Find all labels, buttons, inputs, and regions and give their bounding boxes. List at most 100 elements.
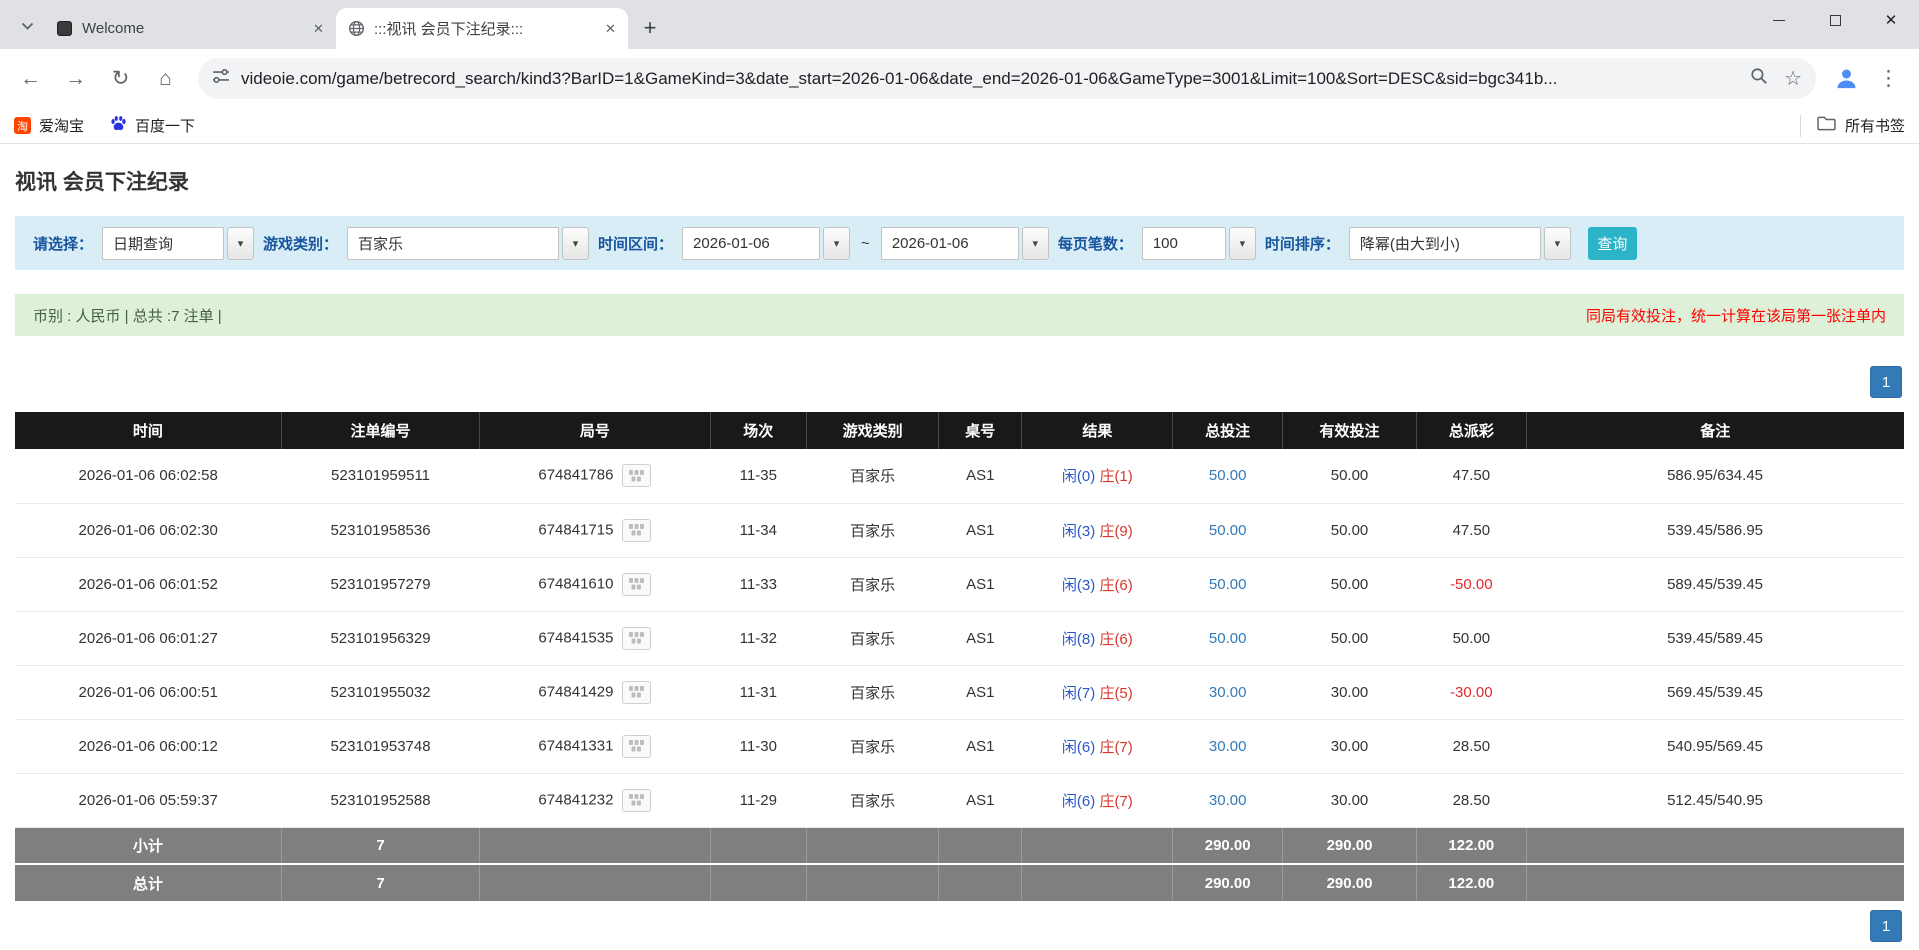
cell-bet-id: 523101958536 bbox=[281, 503, 479, 557]
welcome-favicon-icon bbox=[56, 20, 73, 37]
cell-valid-bet: 30.00 bbox=[1282, 665, 1416, 719]
total-bet-link[interactable]: 50.00 bbox=[1209, 467, 1247, 484]
round-detail-icon[interactable] bbox=[622, 789, 651, 812]
game-kind-value: 百家乐 bbox=[347, 227, 559, 260]
page-1-button[interactable]: 1 bbox=[1870, 366, 1902, 398]
chevron-down-icon[interactable]: ▾ bbox=[1022, 227, 1049, 260]
round-detail-icon[interactable] bbox=[622, 464, 651, 487]
chevron-down-icon[interactable]: ▾ bbox=[562, 227, 589, 260]
total-bet-link[interactable]: 30.00 bbox=[1209, 684, 1247, 701]
total-label: 总计 bbox=[15, 864, 281, 901]
cell-payout: 50.00 bbox=[1417, 611, 1527, 665]
cell-session: 11-33 bbox=[710, 557, 806, 611]
result-player: 闲(8) bbox=[1062, 631, 1095, 648]
total-bet-link[interactable]: 30.00 bbox=[1209, 792, 1247, 809]
profile-avatar-icon[interactable] bbox=[1828, 61, 1864, 97]
col-game: 游戏类别 bbox=[806, 412, 938, 449]
cell-table: AS1 bbox=[939, 719, 1022, 773]
total-bet-link[interactable]: 50.00 bbox=[1209, 576, 1247, 593]
close-window-button[interactable]: ✕ bbox=[1863, 0, 1919, 40]
cell-game: 百家乐 bbox=[806, 719, 938, 773]
cell-result: 闲(7) 庄(5) bbox=[1022, 665, 1173, 719]
tab-welcome[interactable]: Welcome ✕ bbox=[44, 8, 336, 49]
refresh-icon[interactable]: ↻ bbox=[100, 58, 141, 99]
tab-close-icon[interactable]: ✕ bbox=[307, 18, 328, 39]
page-1-button[interactable]: 1 bbox=[1870, 910, 1902, 942]
search-button[interactable]: 查询 bbox=[1588, 227, 1637, 260]
chevron-down-icon[interactable]: ▾ bbox=[227, 227, 254, 260]
round-detail-icon[interactable] bbox=[622, 735, 651, 758]
query-type-value: 日期查询 bbox=[102, 227, 224, 260]
total-payout: 122.00 bbox=[1417, 864, 1527, 901]
chevron-down-icon[interactable]: ▾ bbox=[1229, 227, 1256, 260]
bookmark-aitaobao[interactable]: 淘 爱淘宝 bbox=[14, 115, 84, 136]
total-bet-link[interactable]: 50.00 bbox=[1209, 630, 1247, 647]
per-page-value: 100 bbox=[1142, 227, 1226, 260]
url-text[interactable]: videoie.com/game/betrecord_search/kind3?… bbox=[241, 69, 1739, 89]
filter-bar: 请选择： 日期查询 ▾ 游戏类别： 百家乐 ▾ 时间区间： 2026-01-06… bbox=[15, 216, 1904, 270]
sort-select[interactable]: 降幂(由大到小) ▾ bbox=[1349, 227, 1571, 260]
cell-result: 闲(0) 庄(1) bbox=[1022, 449, 1173, 503]
cell-bet-id: 523101953748 bbox=[281, 719, 479, 773]
round-detail-icon[interactable] bbox=[622, 573, 651, 596]
cell-time: 2026-01-06 06:00:51 bbox=[15, 665, 281, 719]
home-icon[interactable]: ⌂ bbox=[145, 58, 186, 99]
col-total-bet: 总投注 bbox=[1173, 412, 1283, 449]
date-range-label: 时间区间： bbox=[598, 233, 673, 254]
bookmark-star-icon[interactable]: ☆ bbox=[1784, 69, 1802, 89]
chevron-down-icon[interactable]: ▾ bbox=[1544, 227, 1571, 260]
cell-result: 闲(6) 庄(7) bbox=[1022, 773, 1173, 827]
game-kind-select[interactable]: 百家乐 ▾ bbox=[347, 227, 589, 260]
query-type-select[interactable]: 日期查询 ▾ bbox=[102, 227, 254, 260]
tab-search-chevron-icon[interactable] bbox=[12, 9, 42, 43]
result-banker: 庄(6) bbox=[1099, 631, 1132, 648]
round-detail-icon[interactable] bbox=[622, 681, 651, 704]
cell-time: 2026-01-06 06:02:30 bbox=[15, 503, 281, 557]
site-info-icon[interactable] bbox=[212, 67, 230, 90]
cell-remark: 539.45/586.95 bbox=[1526, 503, 1904, 557]
bookmarks-bar: 淘 爱淘宝 百度一下 所有书签 bbox=[0, 108, 1919, 144]
total-bet-link[interactable]: 50.00 bbox=[1209, 522, 1247, 539]
cell-payout: -30.00 bbox=[1417, 665, 1527, 719]
date-end-select[interactable]: 2026-01-06 ▾ bbox=[881, 227, 1049, 260]
url-bar[interactable]: videoie.com/game/betrecord_search/kind3?… bbox=[198, 58, 1816, 99]
date-start-select[interactable]: 2026-01-06 ▾ bbox=[682, 227, 850, 260]
tab-betrecord[interactable]: :::视讯 会员下注纪录::: ✕ bbox=[336, 8, 628, 49]
cell-remark: 589.45/539.45 bbox=[1526, 557, 1904, 611]
result-player: 闲(0) bbox=[1062, 468, 1095, 485]
table-body: 2026-01-06 06:02:58 523101959511 6748417… bbox=[15, 449, 1904, 827]
cell-valid-bet: 50.00 bbox=[1282, 557, 1416, 611]
bookmark-label: 百度一下 bbox=[135, 115, 195, 136]
browser-menu-icon[interactable]: ⋮ bbox=[1868, 58, 1909, 99]
maximize-button[interactable] bbox=[1807, 0, 1863, 40]
table-row: 2026-01-06 06:00:51 523101955032 6748414… bbox=[15, 665, 1904, 719]
cell-bet-id: 523101956329 bbox=[281, 611, 479, 665]
subtotal-payout: 122.00 bbox=[1417, 827, 1527, 864]
new-tab-button[interactable]: + bbox=[634, 12, 666, 44]
cell-game: 百家乐 bbox=[806, 449, 938, 503]
total-bet-link[interactable]: 30.00 bbox=[1209, 738, 1247, 755]
round-number: 674841535 bbox=[538, 629, 613, 646]
bet-records-table: 时间 注单编号 局号 场次 游戏类别 桌号 结果 总投注 有效投注 总派彩 备注… bbox=[15, 412, 1904, 901]
chevron-down-icon[interactable]: ▾ bbox=[823, 227, 850, 260]
cell-valid-bet: 50.00 bbox=[1282, 503, 1416, 557]
col-bet-id: 注单编号 bbox=[281, 412, 479, 449]
round-detail-icon[interactable] bbox=[622, 627, 651, 650]
cell-total-bet: 50.00 bbox=[1173, 557, 1283, 611]
tab-close-icon[interactable]: ✕ bbox=[599, 18, 620, 39]
all-bookmarks-button[interactable]: 所有书签 bbox=[1800, 115, 1905, 137]
table-row: 2026-01-06 06:02:58 523101959511 6748417… bbox=[15, 449, 1904, 503]
cell-time: 2026-01-06 06:00:12 bbox=[15, 719, 281, 773]
folder-icon bbox=[1817, 116, 1836, 135]
bookmark-baidu[interactable]: 百度一下 bbox=[110, 115, 195, 136]
zoom-icon[interactable] bbox=[1750, 67, 1768, 90]
cell-payout: 28.50 bbox=[1417, 773, 1527, 827]
col-payout: 总派彩 bbox=[1417, 412, 1527, 449]
back-icon[interactable]: ← bbox=[10, 58, 51, 99]
per-page-select[interactable]: 100 ▾ bbox=[1142, 227, 1256, 260]
round-detail-icon[interactable] bbox=[622, 519, 651, 542]
round-number: 674841232 bbox=[538, 791, 613, 808]
forward-icon[interactable]: → bbox=[55, 58, 96, 99]
window-controls: ✕ bbox=[1751, 0, 1919, 40]
minimize-button[interactable] bbox=[1751, 0, 1807, 40]
